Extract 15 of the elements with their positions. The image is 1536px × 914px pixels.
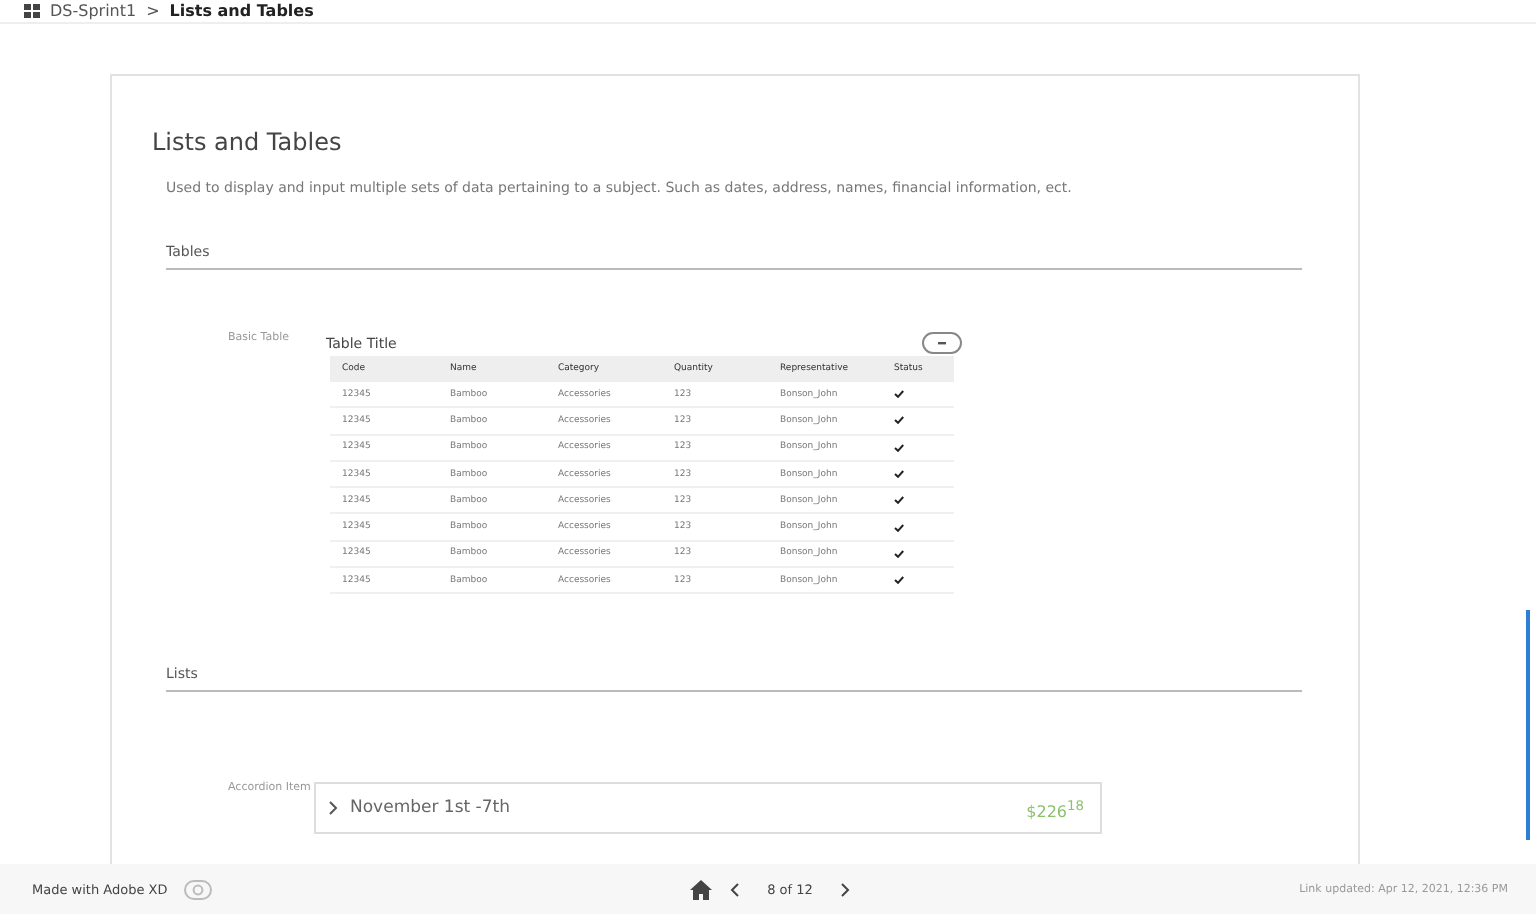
grid-icon	[24, 4, 40, 18]
breadcrumb-link[interactable]: DS-Sprint1	[50, 2, 137, 20]
chevron-right-icon	[328, 800, 338, 817]
home-button[interactable]	[689, 879, 712, 899]
next-button[interactable]	[840, 881, 851, 897]
cloud-logo-icon	[183, 879, 212, 899]
minus-icon	[938, 341, 946, 345]
breadcrumb-current: Lists and Tables	[169, 2, 314, 20]
accordion-item[interactable]: November 1st -7th $226$^{18}$	[314, 782, 1102, 835]
menu-button[interactable]	[922, 332, 962, 354]
amount: $226$^{18}$	[1026, 797, 1084, 821]
page-title: Lists and Tables	[152, 128, 344, 156]
accordion-title: November 1st -7th	[350, 798, 512, 819]
previous-button[interactable]	[729, 881, 740, 897]
breadcrumb-separator: >	[146, 2, 160, 20]
